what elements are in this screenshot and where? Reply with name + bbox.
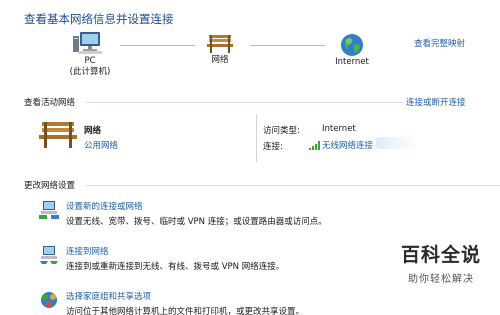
connect-network-icon — [40, 246, 58, 264]
pc-label: PC — [84, 56, 96, 66]
network-name: 网络 — [84, 126, 102, 136]
access-type-label: 访问类型: — [263, 126, 300, 136]
section-divider — [86, 102, 404, 103]
map-connector-line — [120, 45, 195, 46]
connect-to-network-link[interactable]: 连接到网络 — [66, 245, 109, 257]
pc-sublabel: (此计算机) — [69, 67, 111, 77]
watermark-title: 百科全说 — [400, 244, 481, 266]
globe-icon — [341, 34, 363, 56]
connection-label: 连接: — [263, 142, 283, 152]
watermark-subtitle: 助你轻松解决 — [408, 274, 474, 285]
computer-icon — [73, 32, 102, 54]
active-networks-heading: 查看活动网络 — [24, 98, 76, 108]
redacted-ssid — [376, 137, 418, 149]
connect-to-network-description: 连接到或重新连接到无线、有线、拨号或 VPN 网络连接。 — [66, 262, 285, 272]
homegroup-icon — [41, 292, 57, 308]
map-node-pc[interactable]: PC (此计算机) — [65, 30, 115, 78]
watermark: 百科全说 助你轻松解决 — [386, 240, 496, 285]
section-divider — [86, 185, 500, 186]
view-full-map-link[interactable]: 查看完整映射 — [414, 37, 465, 49]
bench-icon — [207, 35, 233, 53]
setup-connection-description: 设置无线、宽带、拨号、临时或 VPN 连接；或设置路由器或访问点。 — [66, 217, 327, 227]
wifi-signal-icon — [309, 140, 320, 150]
map-node-network[interactable]: 网络 — [198, 33, 242, 66]
setup-connection-link[interactable]: 设置新的连接或网络 — [66, 200, 143, 212]
vertical-divider — [256, 114, 257, 162]
connection-value: 无线网络连接 — [322, 141, 374, 151]
network-label: 网络 — [211, 55, 229, 65]
new-connection-icon — [39, 201, 59, 219]
change-settings-heading: 更改网络设置 — [24, 181, 76, 191]
internet-label: Internet — [335, 57, 369, 67]
access-type-value: Internet — [322, 124, 356, 134]
connection-link[interactable]: 无线网络连接 — [309, 139, 373, 151]
page-title: 查看基本网络信息并设置连接 — [24, 12, 174, 26]
map-node-internet[interactable]: Internet — [327, 33, 377, 68]
public-network-bench-icon — [39, 122, 77, 148]
homegroup-sharing-description: 访问位于其他网络计算机上的文件和打印机，或更改共享设置。 — [66, 307, 305, 315]
homegroup-sharing-link[interactable]: 选择家庭组和共享选项 — [66, 290, 151, 302]
map-connector-line — [250, 45, 325, 46]
connect-disconnect-link[interactable]: 连接或断开连接 — [406, 96, 466, 108]
network-type-link[interactable]: 公用网络 — [84, 139, 118, 151]
